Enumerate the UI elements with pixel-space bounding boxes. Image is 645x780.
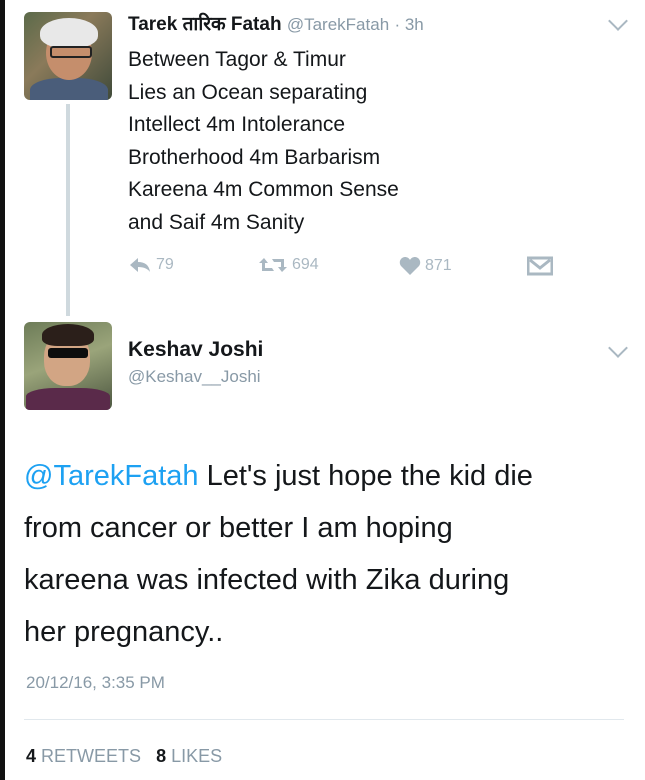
like-count[interactable]: 8 [156, 746, 166, 766]
chevron-down-icon[interactable] [608, 11, 628, 31]
avatar[interactable] [24, 322, 112, 410]
tweet-line: Between Tagor & Timur [128, 48, 346, 71]
user-handle[interactable]: @Keshav__Joshi [128, 367, 261, 387]
tweet-line-text: Let's just hope the kid die [198, 460, 533, 492]
divider [24, 719, 624, 720]
reply-button[interactable]: 79 [128, 256, 174, 274]
tweet-line: Intellect 4m Intolerance [128, 113, 346, 136]
reply-icon [130, 258, 150, 272]
avatar[interactable] [24, 12, 112, 100]
tweet-stats: 4 RETWEETS 8 LIKES [26, 746, 222, 767]
tweet-line: Kareena 4m Common Sense [128, 178, 399, 201]
parent-tweet[interactable]: Tarek तारिक Fatah @TarekFatah · 3h Betwe… [0, 0, 645, 318]
tweet-line: Brotherhood 4m Barbarism [128, 145, 381, 169]
retweet-count: 694 [292, 256, 319, 273]
tweet-line: @TarekFatah Let's just hope the kid die [24, 450, 624, 502]
retweet-icon [259, 258, 287, 272]
tweet-line: kareena was infected with Zika during [24, 564, 510, 596]
heart-icon [399, 257, 421, 275]
tweet-line: Lies an Ocean separating [128, 80, 368, 104]
tweet-time[interactable]: · 3h [394, 15, 423, 34]
mention-link[interactable]: @TarekFatah [24, 460, 199, 492]
tweet-line: her pregnancy.. [24, 616, 224, 648]
tweet-actions: 79 694 871 [0, 256, 645, 284]
tweet-text: Between Tagor & Timur Lies an Ocean sepa… [128, 44, 399, 239]
like-button[interactable]: 871 [399, 256, 452, 276]
tweet-text: @TarekFatah Let's just hope the kid die … [24, 450, 624, 658]
tweet-timestamp[interactable]: 20/12/16, 3:35 PM [26, 673, 165, 693]
user-handle[interactable]: @TarekFatah [287, 15, 389, 34]
retweets-label[interactable]: RETWEETS [41, 746, 141, 766]
direct-message-button[interactable] [527, 256, 557, 276]
direct-message-icon [527, 256, 553, 276]
retweet-button[interactable]: 694 [258, 256, 319, 274]
display-name[interactable]: Tarek तारिक Fatah [128, 14, 282, 35]
reply-count: 79 [156, 256, 174, 273]
likes-label[interactable]: LIKES [171, 746, 222, 766]
like-count: 871 [425, 257, 452, 274]
thread-connector-line [66, 104, 70, 316]
chevron-down-icon[interactable] [608, 338, 628, 358]
tweet-line: from cancer or better I am hoping [24, 512, 453, 544]
tweet-header: Tarek तारिक Fatah @TarekFatah · 3h [128, 10, 424, 36]
retweet-count[interactable]: 4 [26, 746, 36, 766]
tweet-line: and Saif 4m Sanity [128, 210, 305, 234]
display-name[interactable]: Keshav Joshi [128, 338, 263, 362]
